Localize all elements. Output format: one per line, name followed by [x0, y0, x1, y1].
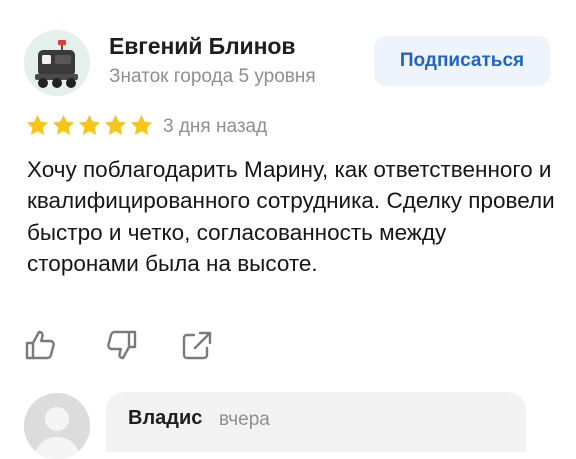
star-icon — [130, 114, 153, 135]
reply-author-name[interactable]: Владис — [128, 407, 202, 430]
star-icon — [78, 114, 101, 135]
star-icon — [26, 114, 49, 135]
reply-date: вчера — [219, 409, 270, 430]
star-rating — [25, 113, 154, 138]
author-level: Знаток города 5 уровня — [109, 66, 316, 87]
share-icon — [182, 331, 212, 360]
share-button[interactable] — [180, 328, 214, 362]
thumbs-down-icon — [107, 330, 137, 360]
review-card: Евгений Блинов Знаток города 5 уровня По… — [0, 0, 576, 459]
user-placeholder-icon — [24, 393, 90, 459]
review-date: 3 дня назад — [163, 116, 268, 137]
dislike-button[interactable] — [104, 328, 138, 362]
review-text: Хочу поблагодарить Марину, как ответстве… — [27, 157, 555, 276]
thumbs-up-icon — [25, 330, 55, 360]
author-avatar[interactable] — [24, 30, 90, 96]
subscribe-button[interactable]: Подписаться — [374, 36, 550, 86]
reply-avatar[interactable] — [24, 393, 90, 459]
star-icon — [104, 114, 127, 135]
delivery-robot-icon — [24, 30, 90, 96]
star-icon — [52, 114, 75, 135]
author-name[interactable]: Евгений Блинов — [109, 33, 295, 60]
like-button[interactable] — [24, 328, 58, 362]
